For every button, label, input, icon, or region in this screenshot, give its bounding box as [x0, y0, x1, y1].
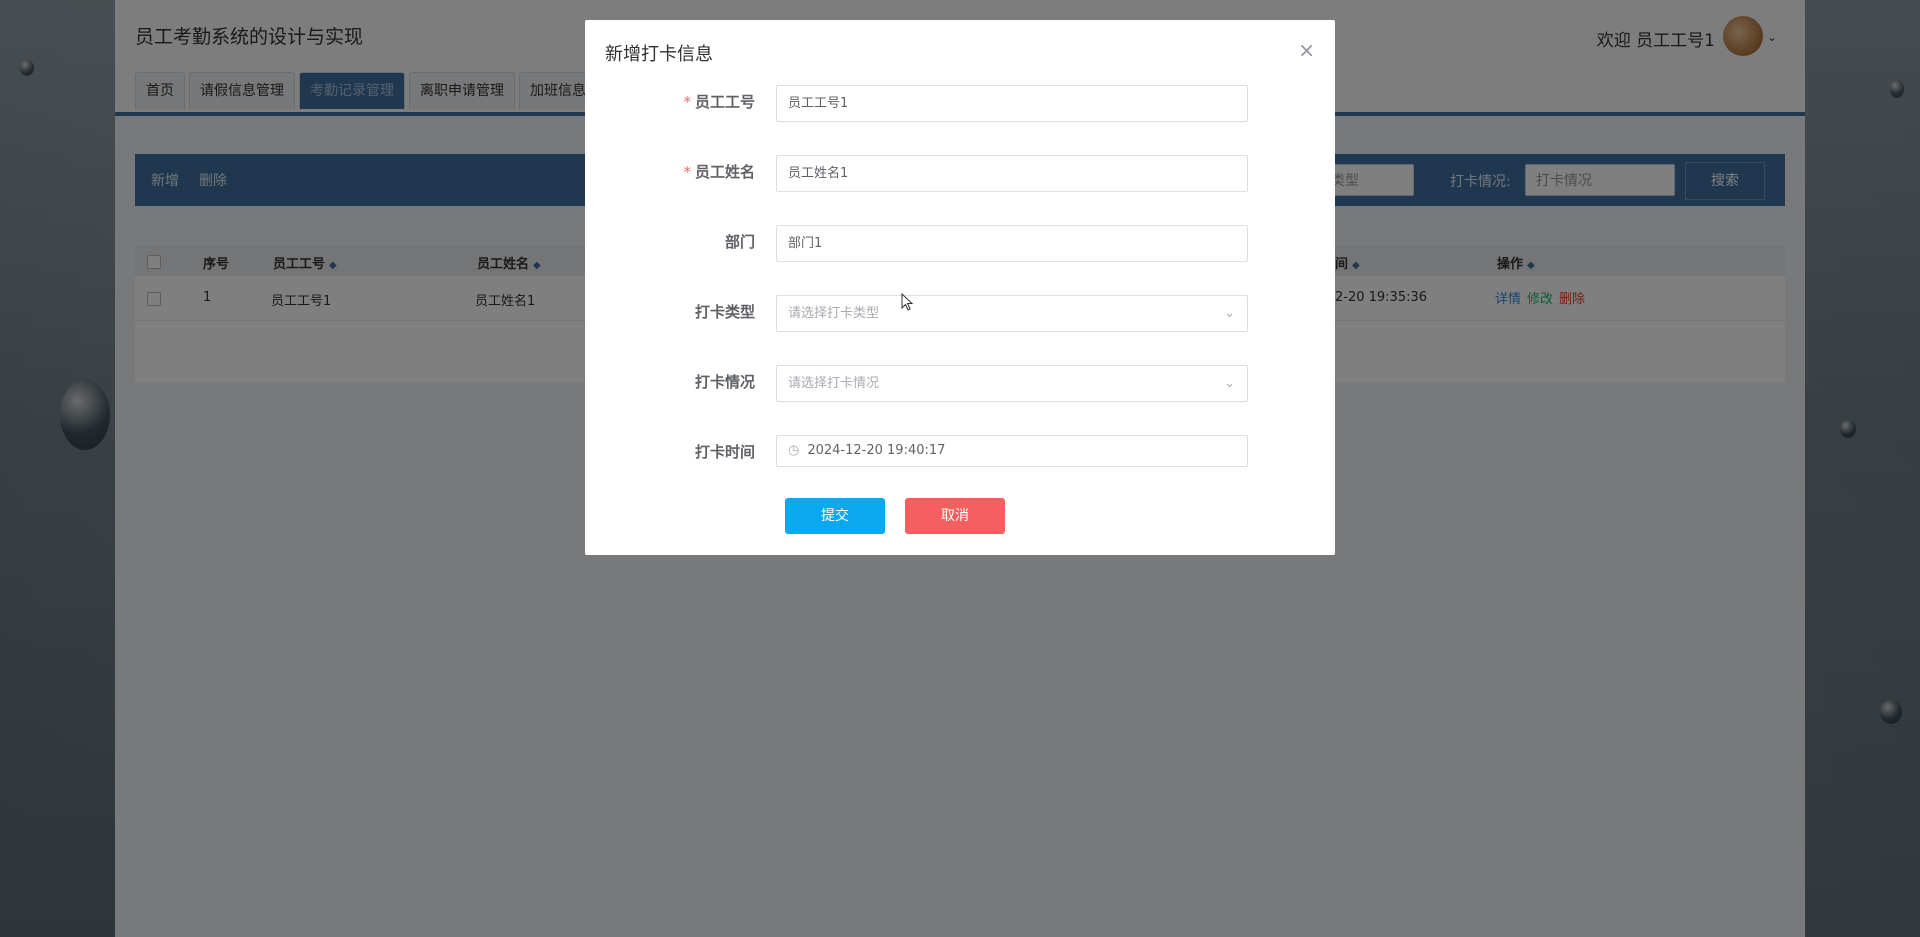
chevron-down-icon: ⌄: [1224, 376, 1235, 391]
form-row-emp-name: * 员工姓名 员工姓名1: [585, 155, 1335, 195]
dept-label: 部门: [724, 233, 755, 251]
emp-no-label: * 员工工号: [683, 91, 755, 112]
emp-name-label-text: 员工姓名: [694, 163, 755, 181]
type-select[interactable]: 请选择打卡类型 ⌄: [776, 295, 1248, 332]
chevron-down-icon: ⌄: [1224, 306, 1235, 321]
time-picker[interactable]: ◷ 2024-12-20 19:40:17: [776, 435, 1248, 467]
clock-icon: ◷: [788, 443, 800, 458]
form-row-emp-no: * 员工工号 员工工号1: [585, 85, 1335, 125]
mouse-cursor-icon: [901, 293, 913, 311]
close-icon[interactable]: ×: [1298, 38, 1315, 62]
time-value: 2024-12-20 19:40:17: [807, 443, 946, 458]
dialog-title: 新增打卡信息: [605, 44, 713, 65]
emp-name-input[interactable]: 员工姓名1: [776, 155, 1248, 192]
form-row-time: 打卡时间 ◷ 2024-12-20 19:40:17: [585, 435, 1335, 475]
emp-no-input[interactable]: 员工工号1: [776, 85, 1248, 122]
status-label: 打卡情况: [694, 373, 755, 391]
submit-button[interactable]: 提交: [785, 498, 885, 534]
emp-no-label-text: 员工工号: [694, 93, 755, 111]
form-row-status: 打卡情况 请选择打卡情况 ⌄: [585, 365, 1335, 405]
form-row-dept: 部门 部门1: [585, 225, 1335, 265]
type-label: 打卡类型: [694, 303, 755, 321]
status-select[interactable]: 请选择打卡情况 ⌄: [776, 365, 1248, 402]
add-clock-in-dialog: 新增打卡信息 × * 员工工号 员工工号1 * 员工姓名 员工姓名1 部门 部门1 …: [585, 20, 1335, 555]
emp-name-label: * 员工姓名: [683, 161, 755, 182]
cancel-button[interactable]: 取消: [905, 498, 1005, 534]
time-label: 打卡时间: [694, 443, 755, 461]
type-placeholder: 请选择打卡类型: [788, 306, 880, 321]
dept-input[interactable]: 部门1: [776, 225, 1248, 262]
form-row-type: 打卡类型 请选择打卡类型 ⌄: [585, 295, 1335, 335]
required-icon: *: [683, 93, 691, 111]
status-placeholder: 请选择打卡情况: [788, 376, 880, 391]
required-icon: *: [683, 163, 691, 181]
